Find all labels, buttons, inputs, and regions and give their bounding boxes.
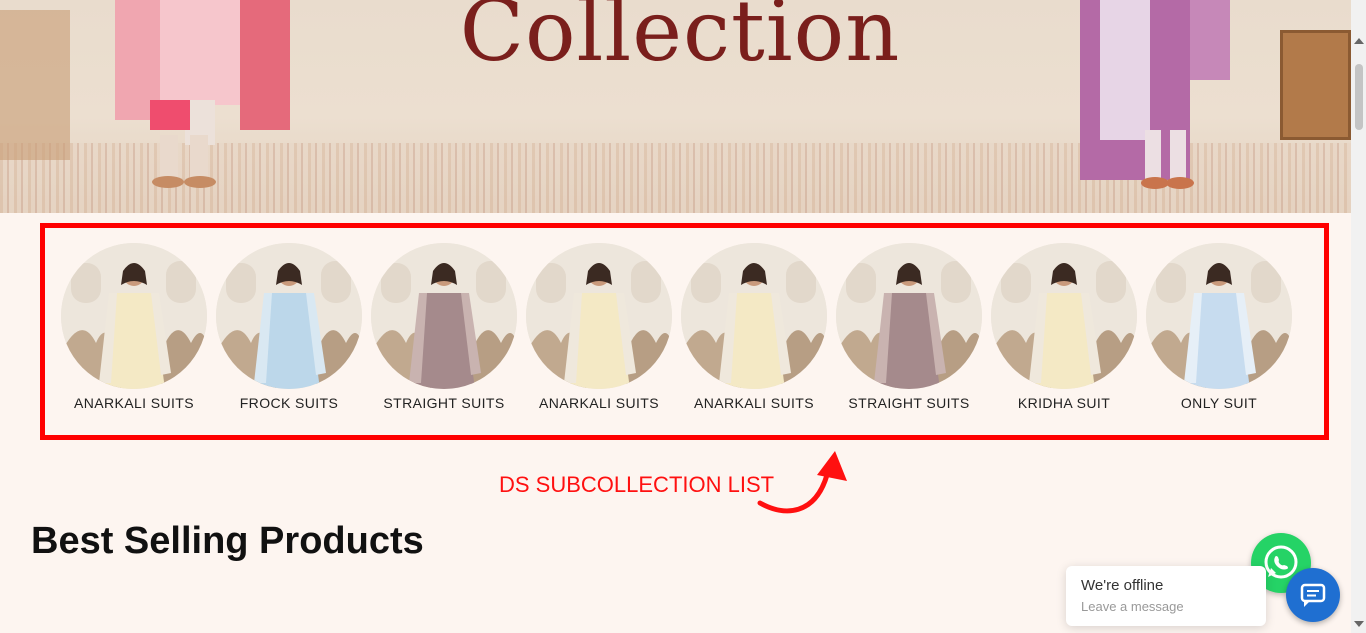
hero-model-left (115, 0, 290, 188)
hero-model-right (1080, 0, 1230, 189)
page-scrollbar[interactable] (1351, 0, 1366, 633)
best-selling-title: Best Selling Products (31, 520, 424, 562)
subcollection-item[interactable]: STRAIGHT SUITS (371, 243, 517, 411)
scroll-down-arrow-icon[interactable] (1354, 621, 1364, 627)
subcollection-item[interactable]: ANARKALI SUITS (526, 243, 672, 411)
subcollection-image[interactable] (216, 243, 362, 389)
hero-banner[interactable]: Collection (0, 0, 1351, 213)
annotation-arrow-icon (757, 451, 847, 514)
subcollection-image[interactable] (526, 243, 672, 389)
chat-leave-message[interactable]: Leave a message (1081, 599, 1184, 614)
subcollection-item[interactable]: ANARKALI SUITS (681, 243, 827, 411)
hero-title: Collection (459, 0, 901, 80)
scroll-thumb[interactable] (1355, 64, 1363, 130)
subcollection-label[interactable]: STRAIGHT SUITS (371, 395, 517, 411)
subcollection-label[interactable]: ANARKALI SUITS (61, 395, 207, 411)
subcollection-label[interactable]: ONLY SUIT (1146, 395, 1292, 411)
chat-launcher-button[interactable] (1286, 568, 1340, 622)
subcollection-image[interactable] (1146, 243, 1292, 389)
subcollection-image[interactable] (836, 243, 982, 389)
annotation-label: DS SUBCOLLECTION LIST (499, 472, 775, 497)
subcollection-label[interactable]: FROCK SUITS (216, 395, 362, 411)
subcollection-item[interactable]: ONLY SUIT (1146, 243, 1292, 411)
subcollection-image[interactable] (991, 243, 1137, 389)
chat-bubble-icon (1300, 583, 1326, 607)
hero-shelf-right (1280, 30, 1351, 140)
hero-shelf-left (0, 10, 70, 160)
subcollection-item[interactable]: FROCK SUITS (216, 243, 362, 411)
chat-status-title: We're offline (1081, 577, 1164, 594)
subcollection-image[interactable] (371, 243, 517, 389)
subcollection-label[interactable]: ANARKALI SUITS (681, 395, 827, 411)
subcollection-label[interactable]: ANARKALI SUITS (526, 395, 672, 411)
subcollection-image[interactable] (61, 243, 207, 389)
subcollection-image[interactable] (681, 243, 827, 389)
subcollection-item[interactable]: ANARKALI SUITS (61, 243, 207, 411)
subcollection-label[interactable]: STRAIGHT SUITS (836, 395, 982, 411)
scroll-up-arrow-icon[interactable] (1354, 38, 1364, 44)
chat-offline-card[interactable]: We're offline Leave a message (1066, 566, 1266, 626)
subcollection-item[interactable]: STRAIGHT SUITS (836, 243, 982, 411)
subcollection-label[interactable]: KRIDHA SUIT (991, 395, 1137, 411)
subcollection-item[interactable]: KRIDHA SUIT (991, 243, 1137, 411)
